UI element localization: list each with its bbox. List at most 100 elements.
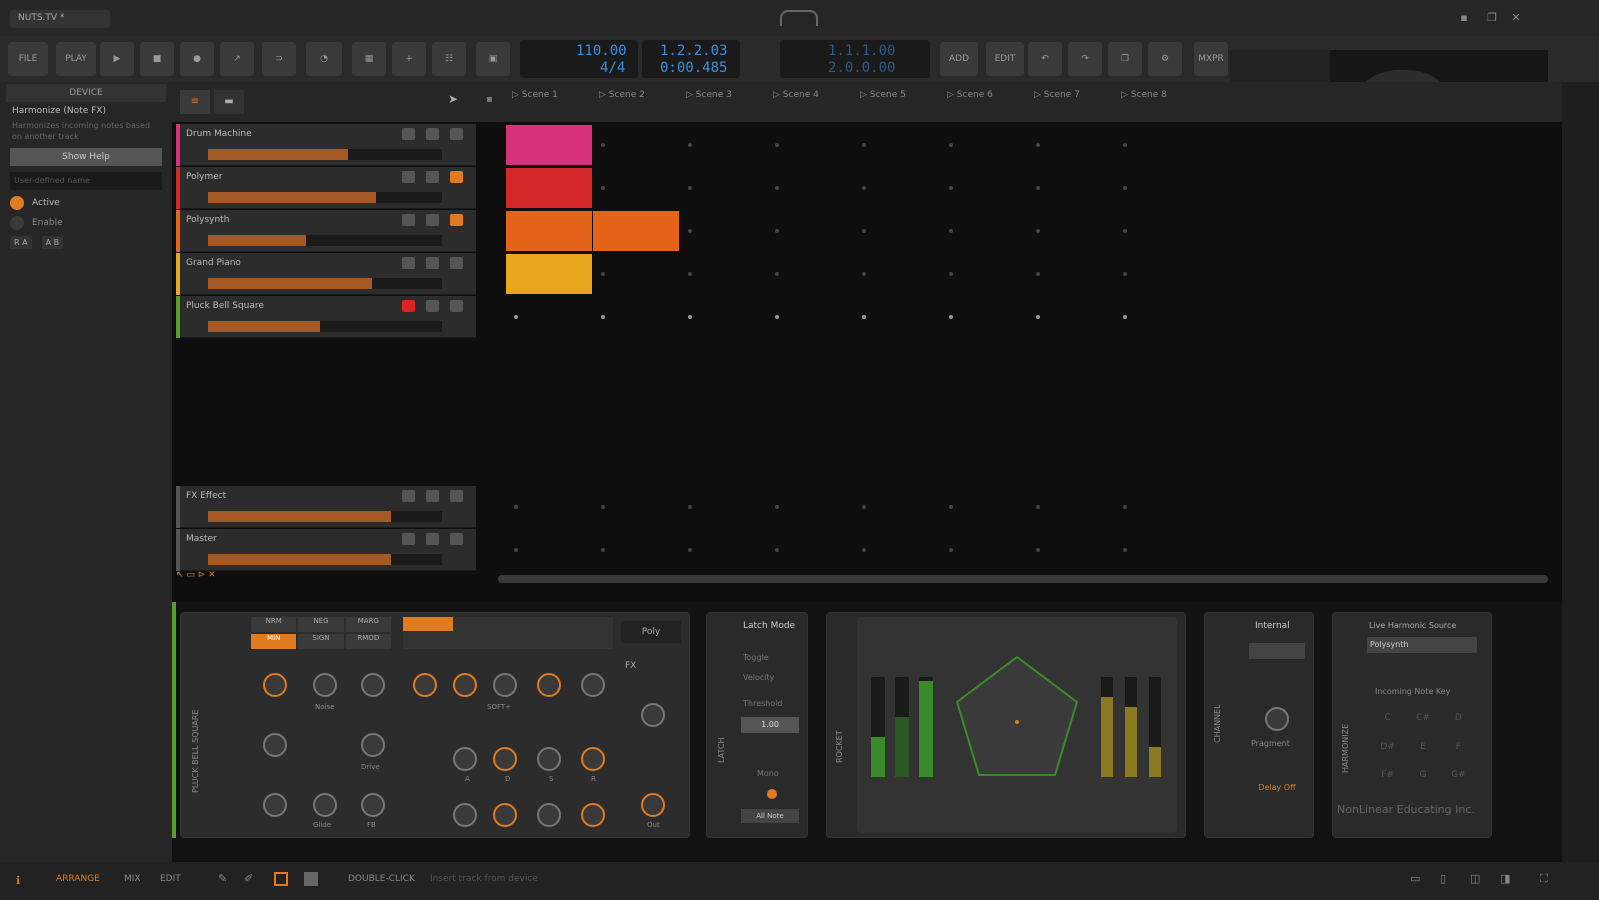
arm-button[interactable]: [450, 490, 463, 502]
empty-slot[interactable]: [514, 505, 518, 509]
knob[interactable]: [537, 673, 561, 697]
empty-slot[interactable]: [1123, 505, 1127, 509]
empty-slot[interactable]: [775, 143, 779, 147]
osc-button[interactable]: RMOD: [345, 634, 391, 649]
knob[interactable]: [581, 803, 605, 827]
solo-button[interactable]: [426, 490, 439, 502]
empty-slot[interactable]: [775, 272, 779, 276]
empty-slot[interactable]: [1123, 272, 1127, 276]
scene-header[interactable]: ▷ Scene 4: [773, 90, 819, 100]
latch-option[interactable]: Velocity: [743, 673, 774, 682]
track-header[interactable]: Pluck Bell Square: [176, 296, 476, 338]
knob[interactable]: [263, 793, 287, 817]
empty-slot[interactable]: [775, 229, 779, 233]
effect-track-header[interactable]: Master: [176, 529, 476, 571]
empty-slot[interactable]: [688, 505, 692, 509]
scene-header[interactable]: ▷ Scene 2: [599, 90, 645, 100]
all-notes-button[interactable]: All Note: [741, 809, 799, 823]
empty-slot[interactable]: [688, 229, 692, 233]
empty-slot[interactable]: [601, 272, 605, 276]
empty-slot[interactable]: [862, 143, 866, 147]
empty-slot[interactable]: [514, 315, 518, 319]
knob[interactable]: [493, 747, 517, 771]
clip[interactable]: [506, 168, 592, 208]
pencil-icon[interactable]: ✎: [218, 872, 227, 885]
panel-icon[interactable]: ▭: [1410, 872, 1420, 885]
show-help-button[interactable]: Show Help: [10, 148, 162, 166]
note-fx-display[interactable]: [857, 617, 1177, 833]
arm-button[interactable]: [450, 128, 463, 140]
volume-fader[interactable]: [208, 554, 442, 565]
amount-knob[interactable]: [1265, 707, 1289, 731]
pointer-tool-icon[interactable]: ➤: [448, 92, 458, 106]
stop-button[interactable]: ■: [140, 42, 174, 76]
play-button[interactable]: ▶: [100, 42, 134, 76]
arm-button[interactable]: [450, 300, 463, 312]
empty-slot[interactable]: [862, 548, 866, 552]
empty-slot[interactable]: [1036, 548, 1040, 552]
volume-fader[interactable]: [208, 149, 442, 160]
scene-header[interactable]: ▷ Scene 8: [1121, 90, 1167, 100]
undo-button[interactable]: ↶: [1028, 42, 1062, 76]
arm-button[interactable]: [450, 533, 463, 545]
document-tab[interactable]: NUTS.TV *: [10, 10, 110, 28]
knob[interactable]: [641, 793, 665, 817]
solo-button[interactable]: [426, 171, 439, 183]
empty-slot[interactable]: [862, 505, 866, 509]
arranger-button[interactable]: ▦: [352, 42, 386, 76]
knob[interactable]: [361, 793, 385, 817]
empty-slot[interactable]: [601, 186, 605, 190]
empty-slot[interactable]: [775, 505, 779, 509]
tempo-display[interactable]: 110.00 4/4: [520, 40, 638, 78]
loop-button[interactable]: ⊃: [262, 42, 296, 76]
knob[interactable]: [453, 747, 477, 771]
solo-button[interactable]: [426, 533, 439, 545]
play-menu-button[interactable]: PLAY: [56, 42, 96, 76]
edit-tab[interactable]: EDIT: [160, 874, 181, 884]
track-header[interactable]: Drum Machine: [176, 124, 476, 166]
automation-write-button[interactable]: ↗: [220, 42, 254, 76]
mute-button[interactable]: [402, 171, 415, 183]
restore-icon[interactable]: ❐: [1486, 12, 1498, 24]
solo-button[interactable]: [426, 128, 439, 140]
empty-slot[interactable]: [601, 315, 605, 319]
volume-fader[interactable]: [208, 278, 442, 289]
arm-button[interactable]: [450, 171, 463, 183]
empty-slot[interactable]: [688, 186, 692, 190]
empty-slot[interactable]: [949, 315, 953, 319]
fullscreen-icon[interactable]: ⛶: [1540, 872, 1548, 886]
clip[interactable]: [506, 211, 592, 251]
solo-button[interactable]: [426, 300, 439, 312]
knob[interactable]: [453, 673, 477, 697]
browser-icon[interactable]: ◫: [1470, 872, 1480, 885]
knob[interactable]: [581, 673, 605, 697]
knob[interactable]: [493, 673, 517, 697]
horizontal-scrollbar[interactable]: [498, 575, 1548, 583]
empty-slot[interactable]: [1123, 143, 1127, 147]
empty-slot[interactable]: [688, 143, 692, 147]
empty-slot[interactable]: [601, 505, 605, 509]
mute-button[interactable]: [402, 214, 415, 226]
metronome-button[interactable]: ◔: [306, 42, 342, 76]
empty-slot[interactable]: [949, 548, 953, 552]
effect-track-header[interactable]: FX Effect: [176, 486, 476, 528]
empty-slot[interactable]: [1123, 315, 1127, 319]
empty-slot[interactable]: [1123, 186, 1127, 190]
add-menu-button[interactable]: ADD: [940, 42, 978, 76]
file-icon[interactable]: ▯: [1440, 872, 1446, 885]
osc-button[interactable]: SIGN: [298, 634, 344, 649]
empty-slot[interactable]: [862, 186, 866, 190]
volume-fader[interactable]: [208, 192, 442, 203]
osc-button[interactable]: MIN: [251, 634, 297, 649]
arrange-tab[interactable]: ARRANGE: [56, 874, 100, 884]
close-icon[interactable]: ✕: [1510, 12, 1522, 24]
track-header[interactable]: Grand Piano: [176, 253, 476, 295]
add-track-button[interactable]: +: [392, 42, 426, 76]
mixer-button[interactable]: ☷: [432, 42, 466, 76]
empty-slot[interactable]: [1036, 272, 1040, 276]
empty-slot[interactable]: [1036, 186, 1040, 190]
osc-button[interactable]: NEG: [298, 617, 344, 632]
knob[interactable]: [581, 747, 605, 771]
empty-slot[interactable]: [775, 548, 779, 552]
launcher-footer-controls[interactable]: ↖ ▭ ⊳ ✕: [176, 570, 266, 586]
